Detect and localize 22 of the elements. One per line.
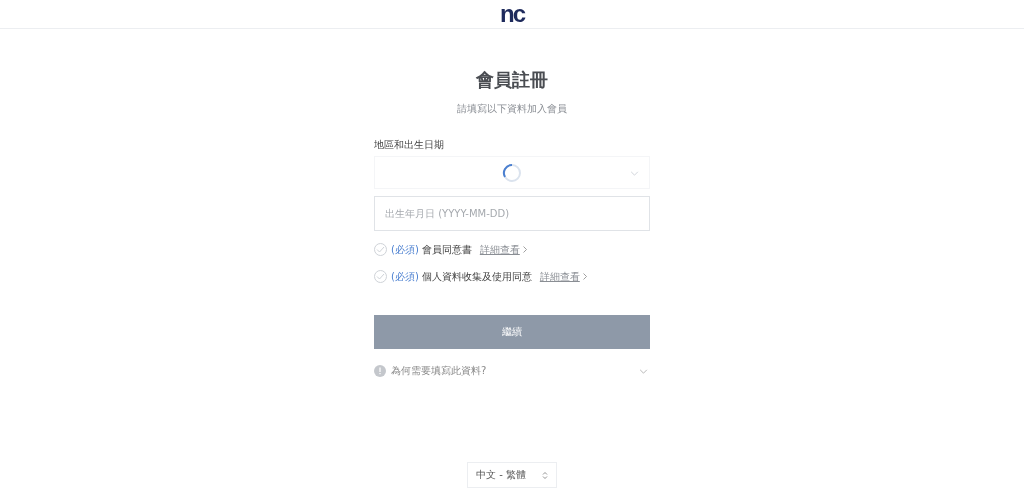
agreement-label: 會員同意書 xyxy=(421,242,472,257)
birth-date-field[interactable]: 出生年月日 (YYYY-MM-DD) xyxy=(374,196,650,231)
region-select[interactable] xyxy=(374,156,650,189)
details-link[interactable]: 詳細查看 xyxy=(479,242,520,257)
field-label: 地區和出生日期 xyxy=(374,138,445,152)
logo[interactable]: nc xyxy=(500,4,524,24)
chevron-right-icon xyxy=(522,246,527,253)
check-icon xyxy=(376,246,385,253)
details-link[interactable]: 詳細查看 xyxy=(539,269,580,284)
required-tag: (必須) xyxy=(391,242,419,257)
language-label: 中文 - 繁體 xyxy=(476,468,526,482)
agreement-label: 個人資料收集及使用同意 xyxy=(421,269,532,284)
required-tag: (必須) xyxy=(391,269,419,284)
subtitle: 請填寫以下資料加入會員 xyxy=(457,102,567,116)
check-icon xyxy=(376,273,385,280)
chevron-down-icon xyxy=(630,171,639,176)
language-select[interactable]: 中文 - 繁體 xyxy=(467,462,557,488)
chevron-right-icon xyxy=(582,273,587,280)
page-title: 會員註冊 xyxy=(476,69,548,91)
info-question[interactable]: 為何需要填寫此資料? xyxy=(391,364,639,378)
sort-arrows-icon xyxy=(542,470,548,480)
info-icon xyxy=(374,365,386,377)
